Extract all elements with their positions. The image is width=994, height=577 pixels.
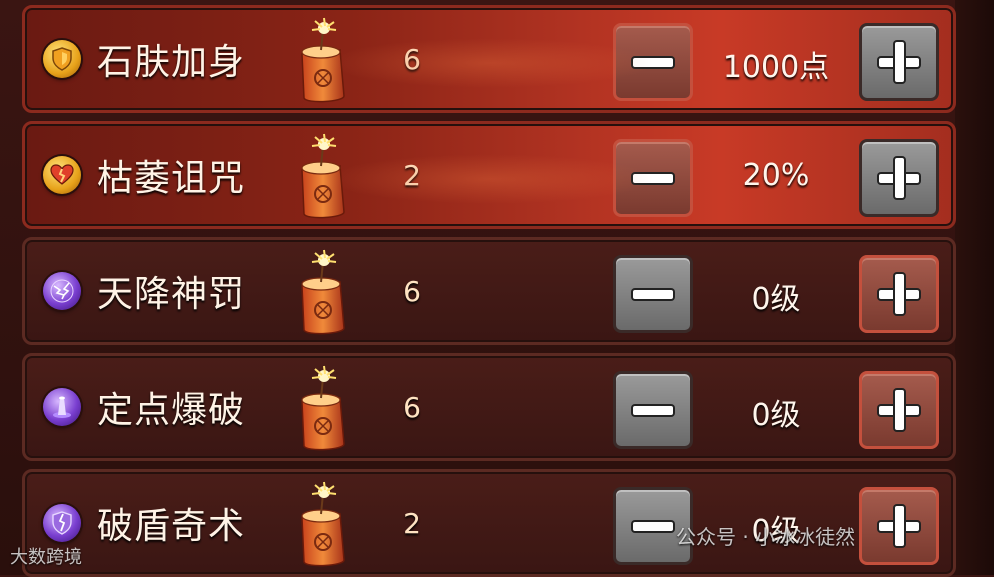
lightning-orb-icon [43, 272, 81, 310]
increase-button[interactable] [859, 371, 939, 449]
item-count: 6 [403, 391, 421, 424]
decrease-button[interactable] [613, 255, 693, 333]
decrease-button[interactable] [613, 23, 693, 101]
increase-button[interactable] [859, 255, 939, 333]
skill-row: 定点爆破 6 0级 [22, 353, 956, 461]
skill-value: 0级 [751, 398, 801, 433]
skill-value: 1000点 [722, 50, 830, 85]
item-count: 6 [403, 275, 421, 308]
scrollbar-track[interactable] [955, 0, 994, 575]
skill-value: 0级 [751, 282, 801, 317]
item-count: 2 [403, 507, 421, 540]
shield-icon [43, 40, 81, 78]
item-count: 2 [403, 159, 421, 192]
firework-icon [290, 132, 352, 222]
broken-shield-icon [43, 504, 81, 542]
increase-button[interactable] [859, 487, 939, 565]
skill-name: 枯萎诅咒 [97, 158, 246, 199]
firework-icon [290, 16, 352, 106]
skill-name: 定点爆破 [97, 390, 246, 431]
skill-row: 天降神罚 6 0级 [22, 237, 956, 345]
skill-row: 石肤加身 6 1000点 [22, 5, 956, 113]
watermark-right: 公众号 · 小冰冰徒然 [676, 525, 856, 549]
decrease-button[interactable] [613, 371, 693, 449]
firework-icon [290, 248, 352, 338]
firework-icon [290, 480, 352, 570]
skill-name: 天降神罚 [97, 274, 246, 315]
item-count: 6 [403, 43, 421, 76]
pillar-blast-icon [43, 388, 81, 426]
skill-value: 20% [742, 158, 810, 193]
skill-name: 破盾奇术 [97, 506, 246, 547]
skill-row: 枯萎诅咒 2 20% [22, 121, 956, 229]
watermark-left: 大数跨境 [10, 547, 82, 568]
decrease-button[interactable] [613, 139, 693, 217]
skill-name: 石肤加身 [97, 42, 246, 83]
broken-heart-icon [43, 156, 81, 194]
increase-button[interactable] [859, 139, 939, 217]
firework-icon [290, 364, 352, 454]
increase-button[interactable] [859, 23, 939, 101]
